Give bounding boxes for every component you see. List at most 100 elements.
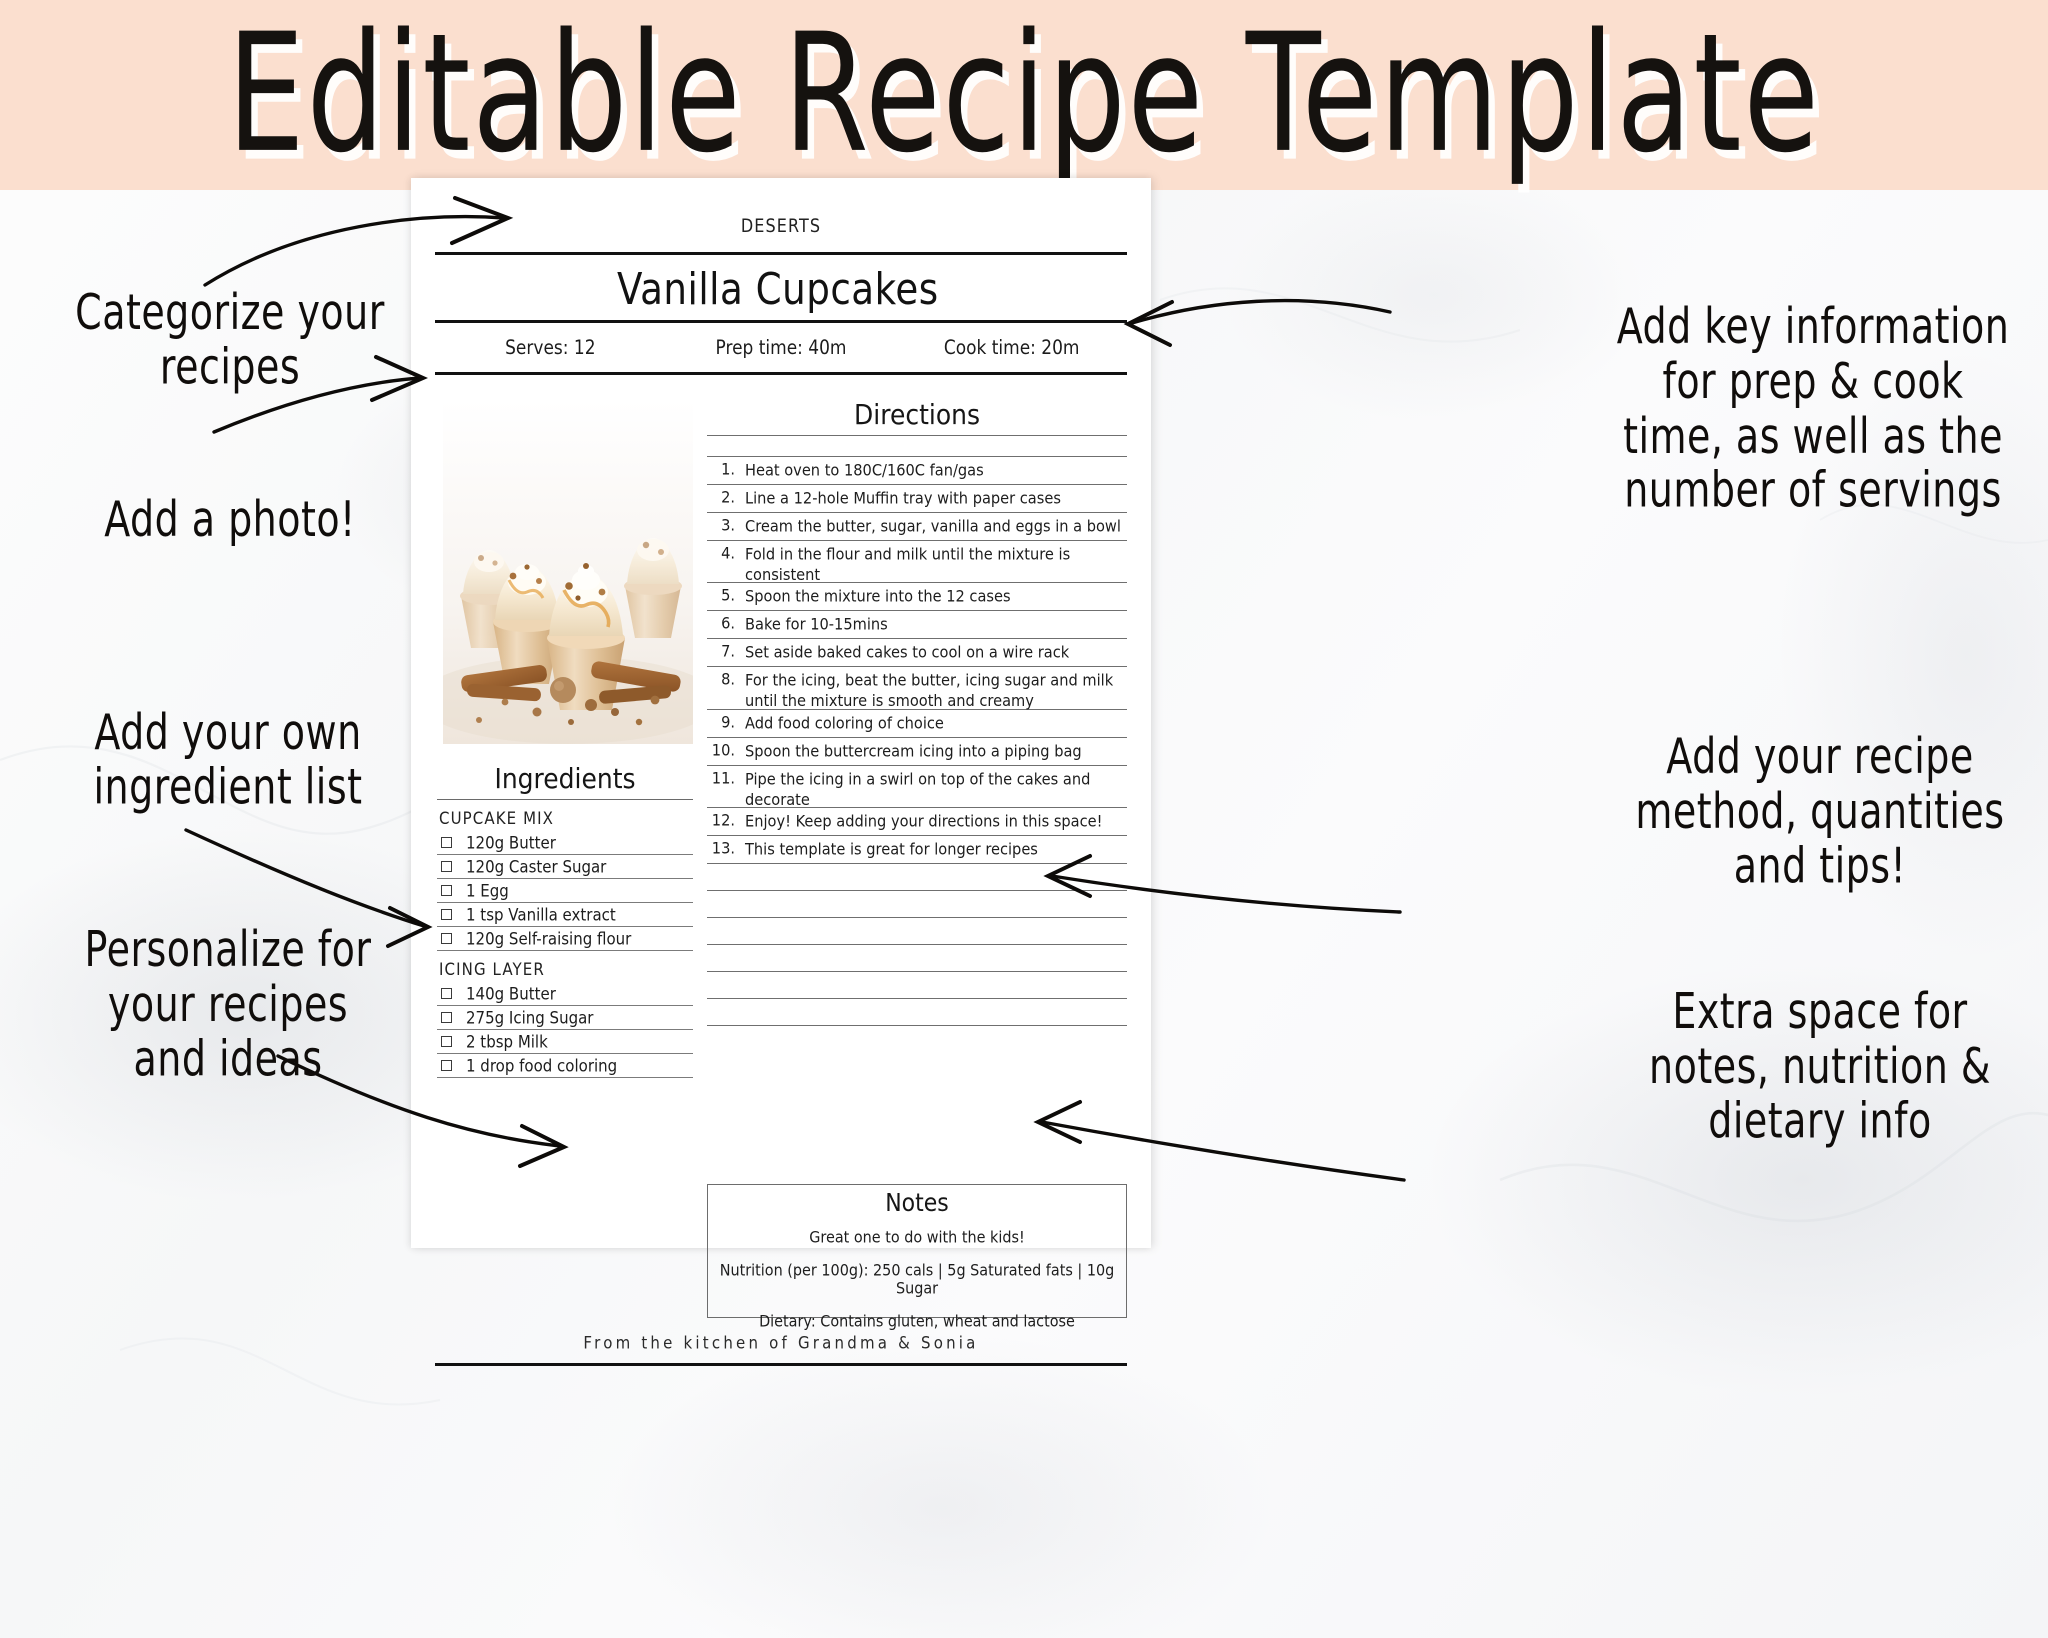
direction-text: For the icing, beat the butter, icing su… bbox=[745, 671, 1114, 711]
ingredient-label: 120g Butter bbox=[466, 832, 556, 853]
ingredient-label: 140g Butter bbox=[466, 983, 556, 1004]
recipe-category-text: DESERTS bbox=[740, 214, 822, 237]
direction-row[interactable]: 5. Spoon the mixture into the 12 cases bbox=[707, 582, 1127, 610]
sheet-footer[interactable]: From the kitchen of Grandma & Sonia bbox=[435, 1333, 1127, 1354]
direction-number: 11. bbox=[711, 768, 735, 788]
direction-text: Spoon the mixture into the 12 cases bbox=[745, 587, 1011, 607]
ingredient-label: 120g Caster Sugar bbox=[466, 856, 607, 877]
direction-text: This template is great for longer recipe… bbox=[745, 840, 1038, 859]
recipe-name[interactable]: Vanilla Cupcakes bbox=[435, 257, 1127, 320]
annotation-ingredients: Add your own ingredient list bbox=[93, 704, 363, 816]
checkbox-icon[interactable] bbox=[441, 837, 452, 848]
direction-number: 12. bbox=[711, 811, 735, 830]
direction-number: 4. bbox=[721, 544, 735, 563]
direction-blank-row[interactable] bbox=[707, 917, 1127, 944]
divider-under-meta bbox=[435, 372, 1127, 375]
recipe-photo[interactable] bbox=[443, 400, 693, 744]
direction-number: 7. bbox=[721, 642, 735, 662]
direction-row[interactable]: 2. Line a 12-hole Muffin tray with paper … bbox=[707, 484, 1127, 512]
direction-text: Pipe the icing in a swirl on top of the … bbox=[745, 769, 1091, 809]
checkbox-icon[interactable] bbox=[441, 885, 452, 896]
arrow-ingredients bbox=[184, 828, 426, 928]
ingredient-group-label[interactable]: CUPCAKE MIX bbox=[437, 798, 693, 834]
ingredient-label: 1 tsp Vanilla extract bbox=[466, 904, 616, 925]
direction-row[interactable]: 8. For the icing, beat the butter, icing … bbox=[707, 666, 1127, 711]
direction-number: 1. bbox=[721, 460, 735, 479]
checkbox-icon[interactable] bbox=[441, 1036, 452, 1047]
direction-row[interactable]: 11. Pipe the icing in a swirl on top of t… bbox=[707, 764, 1127, 809]
cook-time-field[interactable]: Cook time: 20m bbox=[896, 336, 1127, 359]
direction-blank-row[interactable] bbox=[707, 944, 1127, 971]
directions-blank-rows[interactable] bbox=[707, 863, 1127, 1052]
directions-heading: Directions bbox=[854, 398, 980, 431]
direction-row[interactable]: 1. Heat oven to 180C/160C fan/gas bbox=[707, 456, 1127, 484]
direction-blank-row[interactable] bbox=[707, 890, 1127, 917]
direction-text: Enjoy! Keep adding your directions in th… bbox=[745, 812, 1103, 831]
direction-row[interactable]: 4. Fold in the flour and milk until the m… bbox=[707, 540, 1127, 584]
cupcakes-photo-illustration bbox=[443, 400, 693, 744]
arrow-key-info bbox=[1130, 298, 1392, 325]
direction-number: 13. bbox=[711, 839, 735, 858]
direction-blank-row[interactable] bbox=[707, 863, 1127, 890]
direction-row[interactable]: 7. Set aside baked cakes to cool on a wir… bbox=[707, 638, 1127, 666]
annotation-key-info: Add key information for prep & cook time… bbox=[1616, 299, 2010, 520]
direction-text: Heat oven to 180C/160C fan/gas bbox=[745, 461, 984, 480]
ingredient-row[interactable]: 275g Icing Sugar bbox=[437, 1006, 693, 1030]
notes-title: Notes bbox=[885, 1189, 949, 1218]
ingredient-row[interactable]: 1 drop food coloring bbox=[437, 1054, 693, 1078]
direction-row[interactable]: 6. Bake for 10-15mins bbox=[707, 610, 1127, 638]
direction-row[interactable]: 10. Spoon the buttercream icing into a pi… bbox=[707, 736, 1127, 765]
notes-line-3: Dietary: Contains gluten, wheat and lact… bbox=[759, 1313, 1075, 1331]
ingredient-row[interactable]: 120g Self-raising flour bbox=[437, 927, 693, 951]
ingredient-label: 2 tbsp Milk bbox=[466, 1031, 548, 1052]
directions-section: Directions 1. Heat oven to 180C/160C fan/… bbox=[707, 398, 1127, 1052]
ingredient-row[interactable]: 120g Caster Sugar bbox=[437, 855, 693, 879]
prep-time-field[interactable]: Prep time: 40m bbox=[666, 336, 897, 359]
checkbox-icon[interactable] bbox=[441, 988, 452, 999]
ingredient-row[interactable]: 2 tbsp Milk bbox=[437, 1030, 693, 1054]
directions-rule bbox=[707, 435, 1127, 456]
annotation-method: Add your recipe method, quantities and t… bbox=[1635, 728, 2005, 895]
recipe-category[interactable]: DESERTS bbox=[435, 214, 1127, 237]
ingredient-group-label[interactable]: ICING LAYER bbox=[437, 949, 693, 985]
direction-number: 10. bbox=[711, 740, 735, 760]
ingredient-label: 1 drop food coloring bbox=[466, 1055, 618, 1076]
direction-text: Line a 12-hole Muffin tray with paper ca… bbox=[745, 489, 1061, 508]
ingredient-label: 1 Egg bbox=[466, 880, 509, 901]
direction-number: 8. bbox=[721, 670, 735, 690]
direction-blank-row[interactable] bbox=[707, 998, 1127, 1025]
direction-text: Cream the butter, sugar, vanilla and egg… bbox=[745, 517, 1121, 536]
checkbox-icon[interactable] bbox=[441, 1012, 452, 1023]
checkbox-icon[interactable] bbox=[441, 861, 452, 872]
ingredient-row[interactable]: 120g Butter bbox=[437, 831, 693, 855]
ingredient-row[interactable]: 1 Egg bbox=[437, 879, 693, 903]
direction-blank-row[interactable] bbox=[707, 971, 1127, 998]
serves-field[interactable]: Serves: 12 bbox=[435, 336, 666, 359]
direction-blank-row[interactable] bbox=[707, 1025, 1127, 1052]
direction-row[interactable]: 13. This template is great for longer rec… bbox=[707, 835, 1127, 863]
ingredients-section: Ingredients CUPCAKE MIX 120g Butter 120g C… bbox=[437, 762, 693, 1078]
direction-number: 5. bbox=[721, 586, 735, 606]
annotation-categorize: Categorize your recipes bbox=[75, 284, 385, 396]
recipe-meta-row: Serves: 12 Prep time: 40m Cook time: 20m bbox=[435, 323, 1127, 372]
sheet-footer-rule bbox=[435, 1363, 1127, 1366]
ingredient-row[interactable]: 140g Butter bbox=[437, 982, 693, 1006]
direction-text: Fold in the flour and milk until the mix… bbox=[745, 545, 1071, 585]
notes-line-1: Great one to do with the kids! bbox=[809, 1229, 1025, 1247]
annotation-extra-space: Extra space for notes, nutrition & dieta… bbox=[1649, 983, 1991, 1150]
checkbox-icon[interactable] bbox=[441, 909, 452, 920]
ingredient-row[interactable]: 1 tsp Vanilla extract bbox=[437, 903, 693, 927]
checkbox-icon[interactable] bbox=[441, 933, 452, 944]
ingredients-heading: Ingredients bbox=[494, 762, 636, 795]
direction-row[interactable]: 12. Enjoy! Keep adding your directions in… bbox=[707, 807, 1127, 835]
direction-number: 2. bbox=[721, 488, 735, 507]
direction-number: 6. bbox=[721, 614, 735, 634]
direction-text: Spoon the buttercream icing into a pipin… bbox=[745, 741, 1082, 761]
direction-number: 3. bbox=[721, 516, 735, 535]
ingredient-label: 275g Icing Sugar bbox=[466, 1007, 594, 1028]
direction-row[interactable]: 9. Add food coloring of choice bbox=[707, 708, 1127, 737]
checkbox-icon[interactable] bbox=[441, 1060, 452, 1071]
notes-box[interactable]: Notes Great one to do with the kids! Nut… bbox=[707, 1184, 1127, 1331]
direction-row[interactable]: 3. Cream the butter, sugar, vanilla and e… bbox=[707, 512, 1127, 540]
direction-text: Add food coloring of choice bbox=[745, 713, 944, 733]
